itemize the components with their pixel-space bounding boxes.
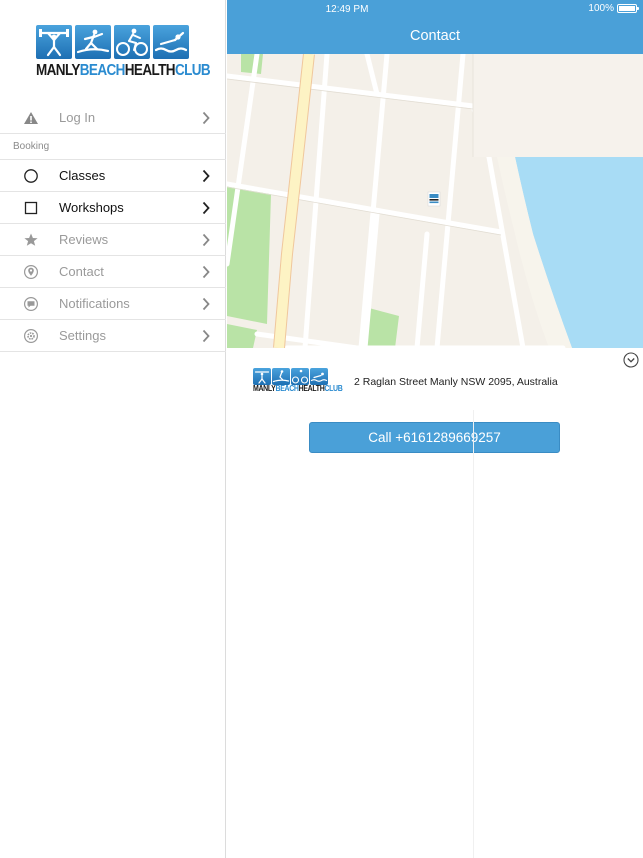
sidebar-item-label: Settings	[59, 328, 106, 343]
sidebar-item-label: Notifications	[59, 296, 130, 311]
map-view[interactable]	[227, 54, 643, 348]
logo-wordmark: MANLYBEACHHEALTHCLUB	[253, 385, 343, 394]
sidebar: MANLYBEACHHEALTHCLUB Log In Booking Clas…	[0, 0, 226, 858]
chat-bubble-icon	[23, 296, 39, 312]
circle-icon	[24, 169, 38, 183]
battery-percent: 100%	[588, 3, 614, 14]
chevron-down-icon[interactable]	[623, 352, 639, 368]
swimming-icon	[310, 368, 328, 385]
gear-icon	[23, 328, 39, 344]
sidebar-item-reviews[interactable]: Reviews	[0, 224, 226, 256]
chevron-right-icon	[202, 329, 210, 343]
section-header-booking: Booking	[0, 134, 226, 160]
chevron-right-icon	[202, 297, 210, 311]
navigation-bar: 12:49 PM 100% Contact	[227, 0, 643, 54]
sidebar-item-classes[interactable]: Classes	[0, 160, 226, 192]
surfing-icon	[272, 368, 290, 385]
status-battery: 100%	[588, 3, 639, 14]
call-button[interactable]: Call +6161289669257	[309, 422, 560, 453]
star-icon	[24, 233, 38, 246]
sidebar-item-settings[interactable]: Settings	[0, 320, 226, 352]
sidebar-item-label: Log In	[59, 110, 96, 125]
surfing-icon	[75, 25, 111, 59]
sidebar-item-login[interactable]: Log In	[0, 102, 226, 134]
sidebar-item-label: Classes	[59, 168, 106, 183]
map-block	[473, 54, 643, 157]
cycling-icon	[114, 25, 150, 59]
chevron-right-icon	[202, 233, 210, 247]
logo-wordmark: MANLYBEACHHEALTHCLUB	[36, 61, 211, 79]
content-divider	[473, 410, 474, 858]
battery-icon	[617, 4, 639, 13]
address-text: 2 Raglan Street Manly NSW 2095, Australi…	[354, 376, 558, 388]
main-content: 12:49 PM 100% Contact MANLYBEACHHEALTHCL…	[227, 0, 643, 858]
contact-logo: MANLYBEACHHEALTHCLUB	[253, 368, 343, 394]
sidebar-item-label: Workshops	[59, 200, 124, 215]
sidebar-item-contact[interactable]: Contact	[0, 256, 226, 288]
map-location-marker[interactable]	[427, 191, 441, 207]
warning-icon	[24, 112, 38, 124]
map-canvas[interactable]	[227, 54, 643, 348]
weightlifting-icon	[36, 25, 72, 59]
sidebar-menu: Log In Booking Classes Workshops Reviews…	[0, 102, 226, 352]
contact-info-panel: MANLYBEACHHEALTHCLUB 2 Raglan Street Man…	[227, 348, 643, 410]
location-pin-icon	[23, 264, 39, 280]
sidebar-item-label: Reviews	[59, 232, 109, 247]
page-title: Contact	[410, 28, 460, 44]
sidebar-item-notifications[interactable]: Notifications	[0, 288, 226, 320]
sidebar-item-label: Contact	[59, 264, 104, 279]
status-time: 12:49 PM	[325, 4, 369, 15]
square-icon	[24, 201, 38, 215]
chevron-right-icon	[202, 111, 210, 125]
swimming-icon	[153, 25, 189, 59]
park-area	[241, 54, 263, 74]
chevron-right-icon	[202, 201, 210, 215]
sidebar-item-workshops[interactable]: Workshops	[0, 192, 226, 224]
app-logo: MANLYBEACHHEALTHCLUB	[36, 25, 211, 80]
weightlifting-icon	[253, 368, 271, 385]
chevron-right-icon	[202, 169, 210, 183]
cycling-icon	[291, 368, 309, 385]
chevron-right-icon	[202, 265, 210, 279]
